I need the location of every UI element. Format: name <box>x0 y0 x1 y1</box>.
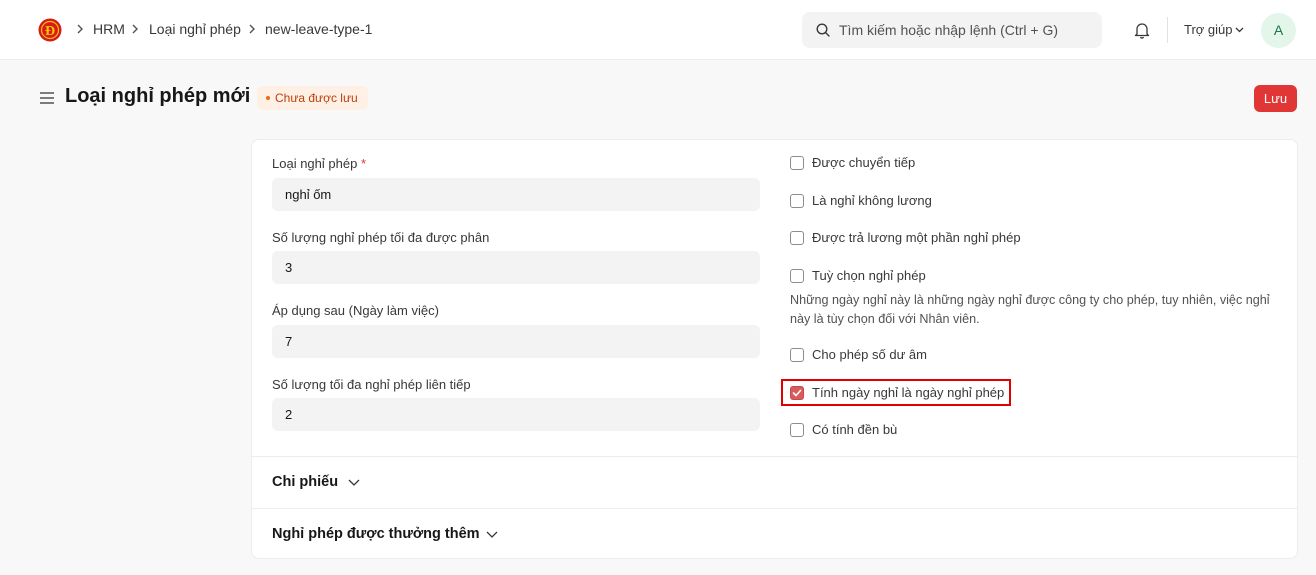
section-divider <box>252 456 1297 457</box>
check-label: Có tính đền bù <box>812 422 898 437</box>
check-label: Là nghỉ không lương <box>812 193 932 208</box>
sidebar-toggle-icon[interactable] <box>39 91 55 105</box>
checkbox[interactable] <box>790 194 804 208</box>
check-label: Cho phép số dư âm <box>812 347 927 362</box>
chevron-right-icon <box>77 24 83 34</box>
bell-icon[interactable] <box>1133 21 1151 39</box>
help-line: Những ngày nghỉ này là những ngày nghỉ đ… <box>790 293 1270 307</box>
help-line: này là tùy chọn đối với Nhân viên. <box>790 312 980 326</box>
breadcrumb-current[interactable]: new-leave-type-1 <box>265 21 372 37</box>
check-label: Tuỳ chọn nghỉ phép <box>812 268 926 283</box>
svg-text:Đ: Đ <box>45 24 55 39</box>
save-button[interactable]: Lưu <box>1254 85 1297 112</box>
checkbox[interactable] <box>790 423 804 437</box>
section-divider <box>252 508 1297 509</box>
check-label: Được trả lương một phần nghỉ phép <box>812 230 1021 245</box>
app-logo-icon[interactable]: Đ <box>38 18 62 42</box>
search-icon <box>816 23 830 37</box>
checkbox[interactable] <box>790 231 804 245</box>
checkbox[interactable] <box>790 269 804 283</box>
help-dropdown[interactable]: Trợ giúp <box>1184 22 1233 37</box>
field-label-max-continuous: Số lượng tối đa nghỉ phép liên tiếp <box>272 377 471 392</box>
status-badge: Chưa được lưu <box>257 86 368 110</box>
navbar: Đ HRM Loại nghỉ phép new-leave-type-1 Tì… <box>0 0 1316 60</box>
chevron-right-icon <box>249 24 255 34</box>
section-earned-leave[interactable]: Nghỉ phép được thưởng thêm <box>272 526 480 542</box>
checkbox-checked[interactable] <box>790 386 804 400</box>
field-label-leave-type: Loại nghỉ phép * <box>272 156 366 171</box>
checkbox[interactable] <box>790 348 804 362</box>
chevron-down-icon <box>1235 27 1244 33</box>
page-title: Loại nghỉ phép mới <box>65 85 251 107</box>
check-label: Tính ngày nghỉ là ngày nghỉ phép <box>812 385 1005 400</box>
search-input[interactable]: Tìm kiếm hoặc nhập lệnh (Ctrl + G) <box>839 22 1058 38</box>
chevron-right-icon <box>132 24 138 34</box>
breadcrumb-leave-type[interactable]: Loại nghỉ phép <box>149 21 241 37</box>
checkmark-icon <box>792 389 802 397</box>
search-bar[interactable]: Tìm kiếm hoặc nhập lệnh (Ctrl + G) <box>802 12 1102 48</box>
checkbox[interactable] <box>790 156 804 170</box>
check-label: Được chuyển tiếp <box>812 155 916 170</box>
breadcrumb-hrm[interactable]: HRM <box>93 21 125 37</box>
max-allocated-input[interactable]: 3 <box>272 251 760 284</box>
navbar-divider <box>1167 17 1168 43</box>
max-continuous-input[interactable]: 2 <box>272 398 760 431</box>
leave-type-input[interactable]: nghỉ ốm <box>272 178 760 211</box>
chevron-down-icon[interactable] <box>348 479 360 486</box>
field-label-max-allocated: Số lượng nghỉ phép tối đa được phân <box>272 230 490 245</box>
optional-leave-help: Những ngày nghỉ này là những ngày nghỉ đ… <box>790 291 1284 329</box>
form-card: Loại nghỉ phép * nghỉ ốm Số lượng nghỉ p… <box>251 139 1298 559</box>
avatar[interactable]: A <box>1261 13 1296 48</box>
applicable-after-input[interactable]: 7 <box>272 325 760 358</box>
section-encashment[interactable]: Chi phiếu <box>272 474 338 490</box>
field-label-applicable-after: Áp dụng sau (Ngày làm việc) <box>272 303 439 318</box>
chevron-down-icon[interactable] <box>486 531 498 538</box>
